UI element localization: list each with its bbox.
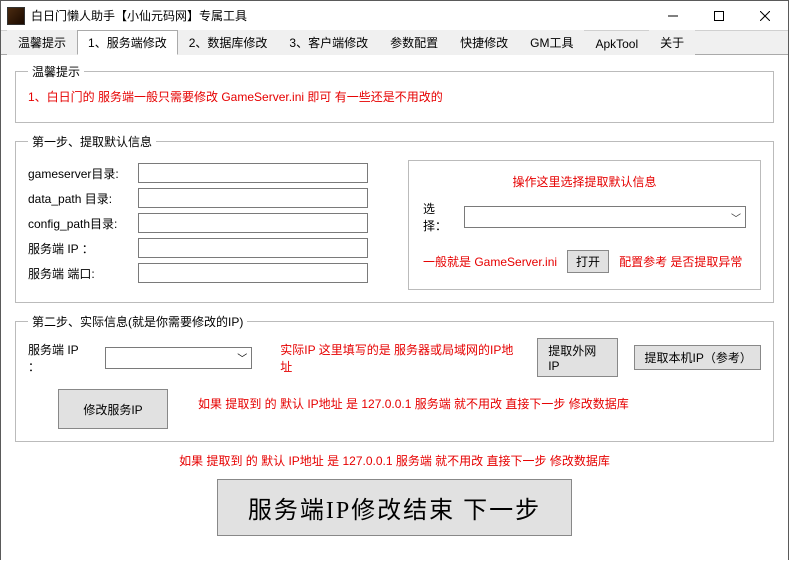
next-step-button[interactable]: 服务端IP修改结束 下一步 [217,479,572,536]
chevron-down-icon: ﹀ [237,350,247,365]
server-ip-label: 服务端 IP ： [28,240,138,257]
close-button[interactable] [742,1,788,31]
hint-prefix: 一般就是 GameServer.ini [423,253,557,270]
window-title: 白日门懒人助手【小仙元码网】专属工具 [31,7,247,24]
step2-group: 第二步、实际信息(就是你需要修改的IP) 服务端 IP ： ﹀ 实际IP 这里填… [15,313,774,442]
minimize-button[interactable] [650,1,696,31]
step2-legend: 第二步、实际信息(就是你需要修改的IP) [28,313,247,330]
data-path-label: data_path 目录: [28,190,138,207]
step2-hint-line: 如果 提取到 的 默认 IP地址 是 127.0.0.1 服务端 就不用改 直接… [198,395,629,412]
tip-line1: 1、白日门的 服务端一般只需要修改 GameServer.ini 即可 有一些还… [28,88,761,105]
footer-hint: 如果 提取到 的 默认 IP地址 是 127.0.0.1 服务端 就不用改 直接… [15,452,774,469]
app-icon [7,7,25,25]
extract-heading: 操作这里选择提取默认信息 [423,173,746,190]
step1-right-panel: 操作这里选择提取默认信息 选择： ﹀ 一般就是 GameServer.ini 打… [408,160,761,290]
server-ip-input[interactable] [138,238,368,258]
step1-group: 第一步、提取默认信息 gameserver目录: data_path 目录: c… [15,133,774,303]
tip-legend: 温馨提示 [28,63,84,80]
chevron-down-icon: ﹀ [731,210,741,225]
extract-select[interactable]: ﹀ [464,206,746,228]
tip-group: 温馨提示 1、白日门的 服务端一般只需要修改 GameServer.ini 即可… [15,63,774,123]
tab-db-edit[interactable]: 2、数据库修改 [178,30,279,55]
tab-apktool[interactable]: ApkTool [584,33,649,55]
tab-server-edit[interactable]: 1、服务端修改 [77,30,178,55]
tabbar: 温馨提示 1、服务端修改 2、数据库修改 3、客户端修改 参数配置 快捷修改 G… [1,31,788,55]
get-local-ip-button[interactable]: 提取本机IP（参考） [634,345,762,370]
config-path-input[interactable] [138,213,368,233]
get-wan-ip-button[interactable]: 提取外网IP [537,338,617,377]
step1-legend: 第一步、提取默认信息 [28,133,156,150]
step2-server-ip-combo[interactable]: ﹀ [105,347,253,369]
tab-client-edit[interactable]: 3、客户端修改 [278,30,379,55]
select-label: 选择： [423,200,458,234]
step1-left: gameserver目录: data_path 目录: config_path目… [28,158,368,290]
server-port-input[interactable] [138,263,368,283]
tab-content: 温馨提示 1、白日门的 服务端一般只需要修改 GameServer.ini 即可… [1,55,788,561]
titlebar: 白日门懒人助手【小仙元码网】专属工具 [1,1,788,31]
hint-suffix: 配置参考 是否提取异常 [619,253,742,270]
tab-param-config[interactable]: 参数配置 [379,30,449,55]
tab-tips[interactable]: 温馨提示 [7,30,77,55]
config-path-label: config_path目录: [28,215,138,232]
server-port-label: 服务端 端口: [28,265,138,282]
modify-service-ip-button[interactable]: 修改服务IP [58,389,168,429]
tab-about[interactable]: 关于 [649,30,695,55]
data-path-input[interactable] [138,188,368,208]
maximize-button[interactable] [696,1,742,31]
tab-gm-tools[interactable]: GM工具 [519,30,584,55]
step2-server-ip-label: 服务端 IP ： [28,341,93,375]
tab-quick-edit[interactable]: 快捷修改 [449,30,519,55]
gameserver-dir-input[interactable] [138,163,368,183]
gameserver-dir-label: gameserver目录: [28,165,138,182]
open-button[interactable]: 打开 [567,250,609,273]
real-ip-hint: 实际IP 这里填写的是 服务器或局域网的IP地址 [280,341,521,375]
